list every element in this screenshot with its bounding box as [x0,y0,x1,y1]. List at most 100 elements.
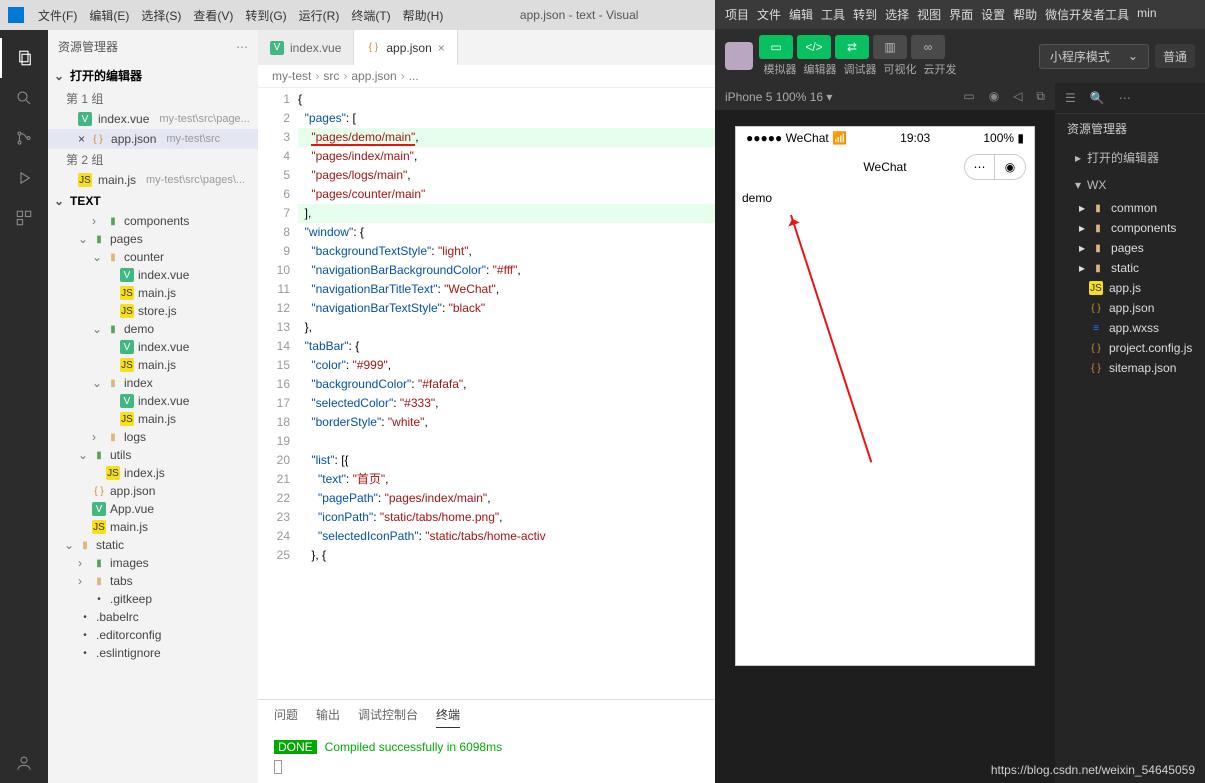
tree-item[interactable]: JSmain.js [48,410,258,428]
nav-title: WeChat [863,160,906,174]
mute-icon[interactable]: ◁ [1013,89,1022,104]
avatar[interactable] [725,42,753,70]
code-editor[interactable]: 1234567891011121314151617181920212223242… [258,88,715,699]
wx-menu-item[interactable]: min [1137,6,1156,23]
wx-file[interactable]: JS app.js [1055,278,1205,298]
wx-file[interactable]: { } app.json [1055,298,1205,318]
open-editor-item[interactable]: JSmain.jsmy-test\src\pages\... [48,170,258,190]
wx-folder[interactable]: ▸ ▮ pages [1055,238,1205,258]
tree-item[interactable]: ⌄▮static [48,536,258,554]
simulator-button[interactable]: ▭ [759,35,793,59]
tree-item[interactable]: ›▮tabs [48,572,258,590]
wx-folder[interactable]: ▸ ▮ common [1055,198,1205,218]
wx-file[interactable]: { } project.config.js [1055,338,1205,358]
wx-file[interactable]: { } sitemap.json [1055,358,1205,378]
panel-tab[interactable]: 输出 [316,706,340,728]
wx-menu-item[interactable]: 文件 [757,6,781,23]
open-editors-section[interactable]: ⌄打开的编辑器 [48,63,258,88]
tree-item[interactable]: ⌄▮counter [48,248,258,266]
tree-item[interactable]: JSstore.js [48,302,258,320]
tree-item[interactable]: •.babelrc [48,608,258,626]
capsule[interactable]: ⋯◉ [964,154,1026,180]
list-icon[interactable]: ☰ [1065,91,1076,105]
menu-item[interactable]: 帮助(H) [397,9,450,23]
scm-icon[interactable] [0,118,48,158]
more-icon[interactable]: ⋯ [236,40,248,54]
editor-tab[interactable]: { }app.json× [354,30,457,65]
tree-item[interactable]: •.gitkeep [48,590,258,608]
menu-item[interactable]: 转到(G) [239,9,292,23]
tree-item[interactable]: ›▮logs [48,428,258,446]
terminal-cursor[interactable] [274,760,282,774]
menu-item[interactable]: 运行(R) [293,9,346,23]
more-icon[interactable]: ⋯ [1119,91,1131,105]
panel-tab[interactable]: 终端 [436,706,460,728]
panel-tab[interactable]: 调试控制台 [358,706,418,728]
wx-menu-item[interactable]: 视图 [917,6,941,23]
wx-menu-item[interactable]: 帮助 [1013,6,1037,23]
cloud-button[interactable]: ∞ [911,35,945,59]
visualize-button[interactable]: ▥ [873,35,907,59]
wx-folder[interactable]: ▸ ▮ components [1055,218,1205,238]
breadcrumb[interactable]: my-test›src›app.json›... [258,65,715,88]
wx-menu-item[interactable]: 工具 [821,6,845,23]
tree-item[interactable]: JSindex.js [48,464,258,482]
editor-button[interactable]: </> [797,35,831,59]
search-icon[interactable]: 🔍 [1090,91,1105,105]
menu-item[interactable]: 选择(S) [135,9,187,23]
menu-item[interactable]: 查看(V) [187,9,239,23]
compile-message: Compiled successfully in 6098ms [325,740,502,754]
mode-select[interactable]: 小程序模式⌄ [1039,44,1149,69]
tree-item[interactable]: JSmain.js [48,518,258,536]
wx-menu-item[interactable]: 选择 [885,6,909,23]
device-bar[interactable]: iPhone 5 100% 16 ▾ ▭ ◉ ◁ ⧉ [715,83,1055,110]
tree-item[interactable]: •.editorconfig [48,626,258,644]
wx-menu-item[interactable]: 界面 [949,6,973,23]
debug-icon[interactable] [0,158,48,198]
tree-item[interactable]: ⌄▮index [48,374,258,392]
open-editor-item[interactable]: Vindex.vuemy-test\src\page... [48,109,258,129]
menu-item[interactable]: 编辑(E) [83,9,135,23]
wx-file[interactable]: ≡ app.wxss [1055,318,1205,338]
wx-menu-item[interactable]: 设置 [981,6,1005,23]
tree-item[interactable]: Vindex.vue [48,392,258,410]
wx-menu-item[interactable]: 微信开发者工具 [1045,6,1129,23]
search-icon[interactable] [0,78,48,118]
compile-button[interactable]: 普通 [1155,44,1195,68]
open-editor-item[interactable]: ×{ }app.jsonmy-test\src [48,129,258,149]
wx-menu-item[interactable]: 转到 [853,6,877,23]
tree-item[interactable]: Vindex.vue [48,266,258,284]
wx-menu-item[interactable]: 项目 [725,6,749,23]
wx-menubar: 项目文件编辑工具转到选择视图界面设置帮助微信开发者工具 min [715,0,1205,29]
wx-open-editors[interactable]: ▸ 打开的编辑器 [1055,143,1205,172]
record-icon[interactable]: ◉ [989,89,999,104]
explorer-icon[interactable] [0,38,48,78]
tree-item[interactable]: VApp.vue [48,500,258,518]
text-section[interactable]: ⌄TEXT [48,190,258,212]
device-label[interactable]: iPhone 5 100% 16 ▾ [725,90,832,104]
editor-tab[interactable]: Vindex.vue [258,30,354,65]
detach-icon[interactable]: ⧉ [1036,89,1045,104]
tree-item[interactable]: Vindex.vue [48,338,258,356]
tree-item[interactable]: ⌄▮pages [48,230,258,248]
tree-item[interactable]: ⌄▮demo [48,320,258,338]
wx-menu-item[interactable]: 编辑 [789,6,813,23]
tree-item[interactable]: ›▮components [48,212,258,230]
menu-item[interactable]: 终端(T) [345,9,396,23]
tree-item[interactable]: •.eslintignore [48,644,258,662]
account-icon[interactable] [0,743,48,783]
wx-folder[interactable]: ▸ ▮ static [1055,258,1205,278]
wx-root[interactable]: ▾ WX [1055,172,1205,198]
simulator-phone[interactable]: ●●●●● WeChat 📶 19:03 100% ▮ WeChat ⋯◉ de… [735,126,1035,666]
tree-item[interactable]: JSmain.js [48,356,258,374]
extensions-icon[interactable] [0,198,48,238]
panel-tab[interactable]: 问题 [274,706,298,728]
tree-item[interactable]: JSmain.js [48,284,258,302]
tree-item[interactable]: ⌄▮utils [48,446,258,464]
menu-item[interactable]: 文件(F) [32,9,83,23]
debugger-button[interactable]: ⇄ [835,35,869,59]
tree-item[interactable]: ›▮images [48,554,258,572]
tree-item[interactable]: { }app.json [48,482,258,500]
rotate-icon[interactable]: ▭ [963,89,974,104]
vscode-titlebar: 文件(F)编辑(E)选择(S)查看(V)转到(G)运行(R)终端(T)帮助(H)… [0,0,715,30]
